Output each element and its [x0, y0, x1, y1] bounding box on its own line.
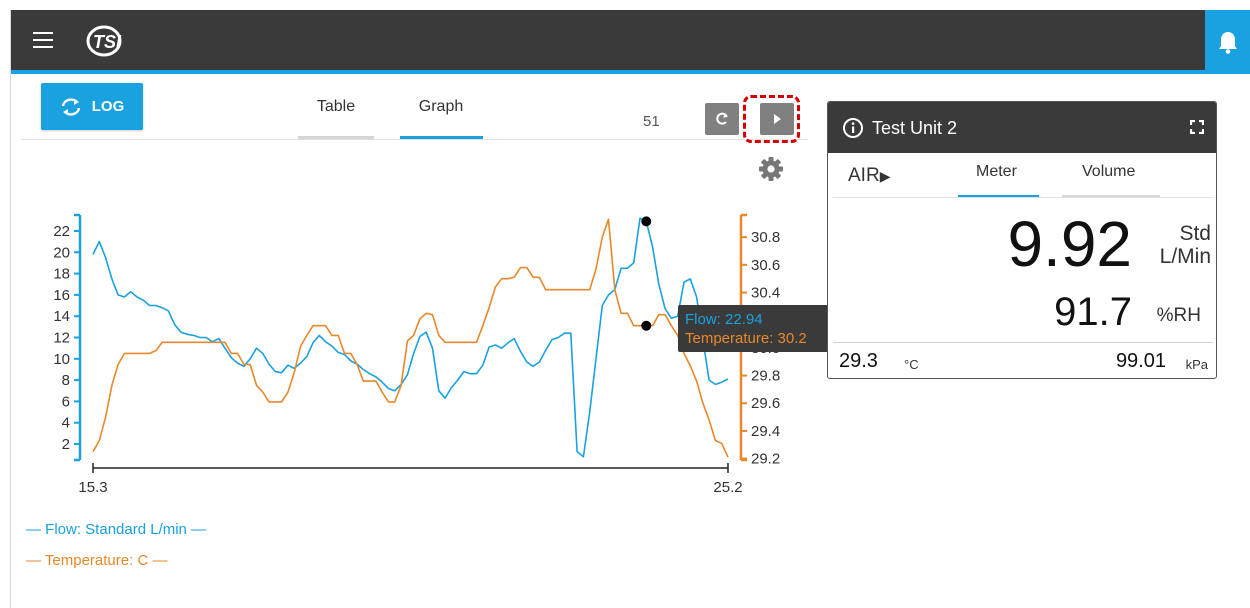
tooltip-flow-label: Flow: 22.94 — [685, 311, 763, 328]
right-axis-tick-label: 30.6 — [751, 257, 780, 274]
legend-temp-label: Temperature: C — [44, 552, 149, 569]
legend-flow[interactable]: — Flow: Standard L/min — — [26, 521, 206, 538]
pressure-unit: kPa — [1185, 357, 1208, 372]
left-axis-tick-label: 20 — [53, 244, 70, 261]
legend-flow-label: Flow: Standard L/min — [45, 521, 187, 538]
tsi-logo: TSI — [84, 24, 128, 63]
flow-value: 9.92 — [1007, 208, 1132, 280]
x-axis: 15.3 25.2 — [78, 463, 743, 496]
notifications-button[interactable] — [1205, 10, 1250, 74]
left-axis-tick-label: 10 — [53, 351, 70, 368]
left-y-axis: 2 4 6 8 10 12 14 16 18 20 22 — [53, 213, 82, 462]
card-tabs-divider — [833, 197, 1213, 198]
tab-table[interactable]: Table — [300, 98, 372, 116]
test-unit-card: Test Unit 2 AIR▶ Meter Volume 9.92 Std L… — [827, 101, 1217, 379]
info-icon[interactable] — [842, 117, 864, 139]
series-layer — [92, 217, 729, 458]
humidity-unit: %RH — [1156, 305, 1201, 326]
tab-volume[interactable]: Volume — [1082, 163, 1135, 181]
hamburger-icon[interactable] — [33, 32, 53, 48]
tabs-divider — [21, 139, 808, 140]
card-bottom-divider — [833, 342, 1213, 343]
top-app-bar: TSI — [11, 10, 1250, 74]
chevron-right-icon: ▶ — [879, 168, 891, 184]
flow-temperature-chart: 246810121416182022 29.229.429.629.830.03… — [53, 213, 828, 496]
right-axis-tick-label: 29.2 — [751, 451, 780, 468]
tab-meter[interactable]: Meter — [976, 163, 1017, 181]
refresh-icon — [716, 112, 728, 125]
card-title: Test Unit 2 — [872, 118, 958, 138]
left-axis-tick-label: 12 — [53, 330, 70, 347]
top-accent-bar — [11, 70, 1250, 74]
right-axis-tick-label: 29.8 — [751, 368, 780, 385]
tooltip-temperature-label: Temperature: 30.2 — [685, 330, 807, 347]
left-axis-tick-label: 6 — [62, 393, 70, 410]
left-axis-tick-label: 16 — [53, 287, 70, 304]
flow-hover-marker — [641, 216, 652, 227]
flow-unit-line1: Std — [1179, 222, 1211, 245]
chart-tooltip: Flow: 22.94 Temperature: 30.2 — [641, 216, 828, 352]
temperature-hover-marker — [641, 320, 652, 331]
humidity-value: 91.7 — [1054, 290, 1132, 334]
left-axis-tick-label: 2 — [62, 436, 70, 453]
right-axis-tick-label: 29.4 — [751, 423, 780, 440]
right-axis-tick-label: 30.4 — [751, 285, 780, 302]
log-button-label: LOG — [91, 98, 125, 115]
tab-graph-underline — [400, 136, 483, 139]
bell-icon — [1219, 32, 1237, 54]
tab-table-underline — [298, 136, 374, 139]
flow-unit-line2: L/Min — [1159, 245, 1211, 268]
highlight-annotation — [743, 95, 800, 143]
x-axis-tick-label: 25.2 — [713, 479, 742, 496]
channel-label: AIR — [848, 165, 880, 186]
left-axis-tick-label: 4 — [62, 415, 70, 432]
left-axis-tick-label: 8 — [62, 372, 70, 389]
right-axis-tick-label: 29.6 — [751, 395, 780, 412]
left-axis-tick-label: 18 — [53, 266, 70, 283]
point-count: 51 — [643, 113, 660, 130]
pressure-value: 99.01 — [1115, 350, 1166, 372]
left-axis-tick-label: 14 — [53, 308, 70, 325]
expand-icon[interactable] — [1190, 120, 1204, 134]
log-button[interactable]: LOG — [41, 83, 143, 130]
logo-text: TSI — [93, 32, 122, 52]
sync-icon — [61, 97, 80, 116]
flow-unit: Std L/Min — [1160, 222, 1211, 268]
legend-temperature[interactable]: — Temperature: C — — [26, 552, 167, 569]
card-header: Test Unit 2 — [828, 102, 1216, 153]
temperature-value: 29.3 — [839, 350, 878, 372]
left-axis-tick-label: 22 — [53, 223, 70, 240]
channel-selector[interactable]: AIR▶ — [848, 165, 890, 187]
right-axis-tick-label: 30.8 — [751, 229, 780, 246]
x-axis-tick-label: 15.3 — [78, 479, 107, 496]
temperature-unit: °C — [904, 357, 919, 372]
temperature-series-line — [92, 218, 729, 458]
tab-graph[interactable]: Graph — [404, 98, 478, 116]
refresh-button[interactable] — [705, 103, 739, 135]
